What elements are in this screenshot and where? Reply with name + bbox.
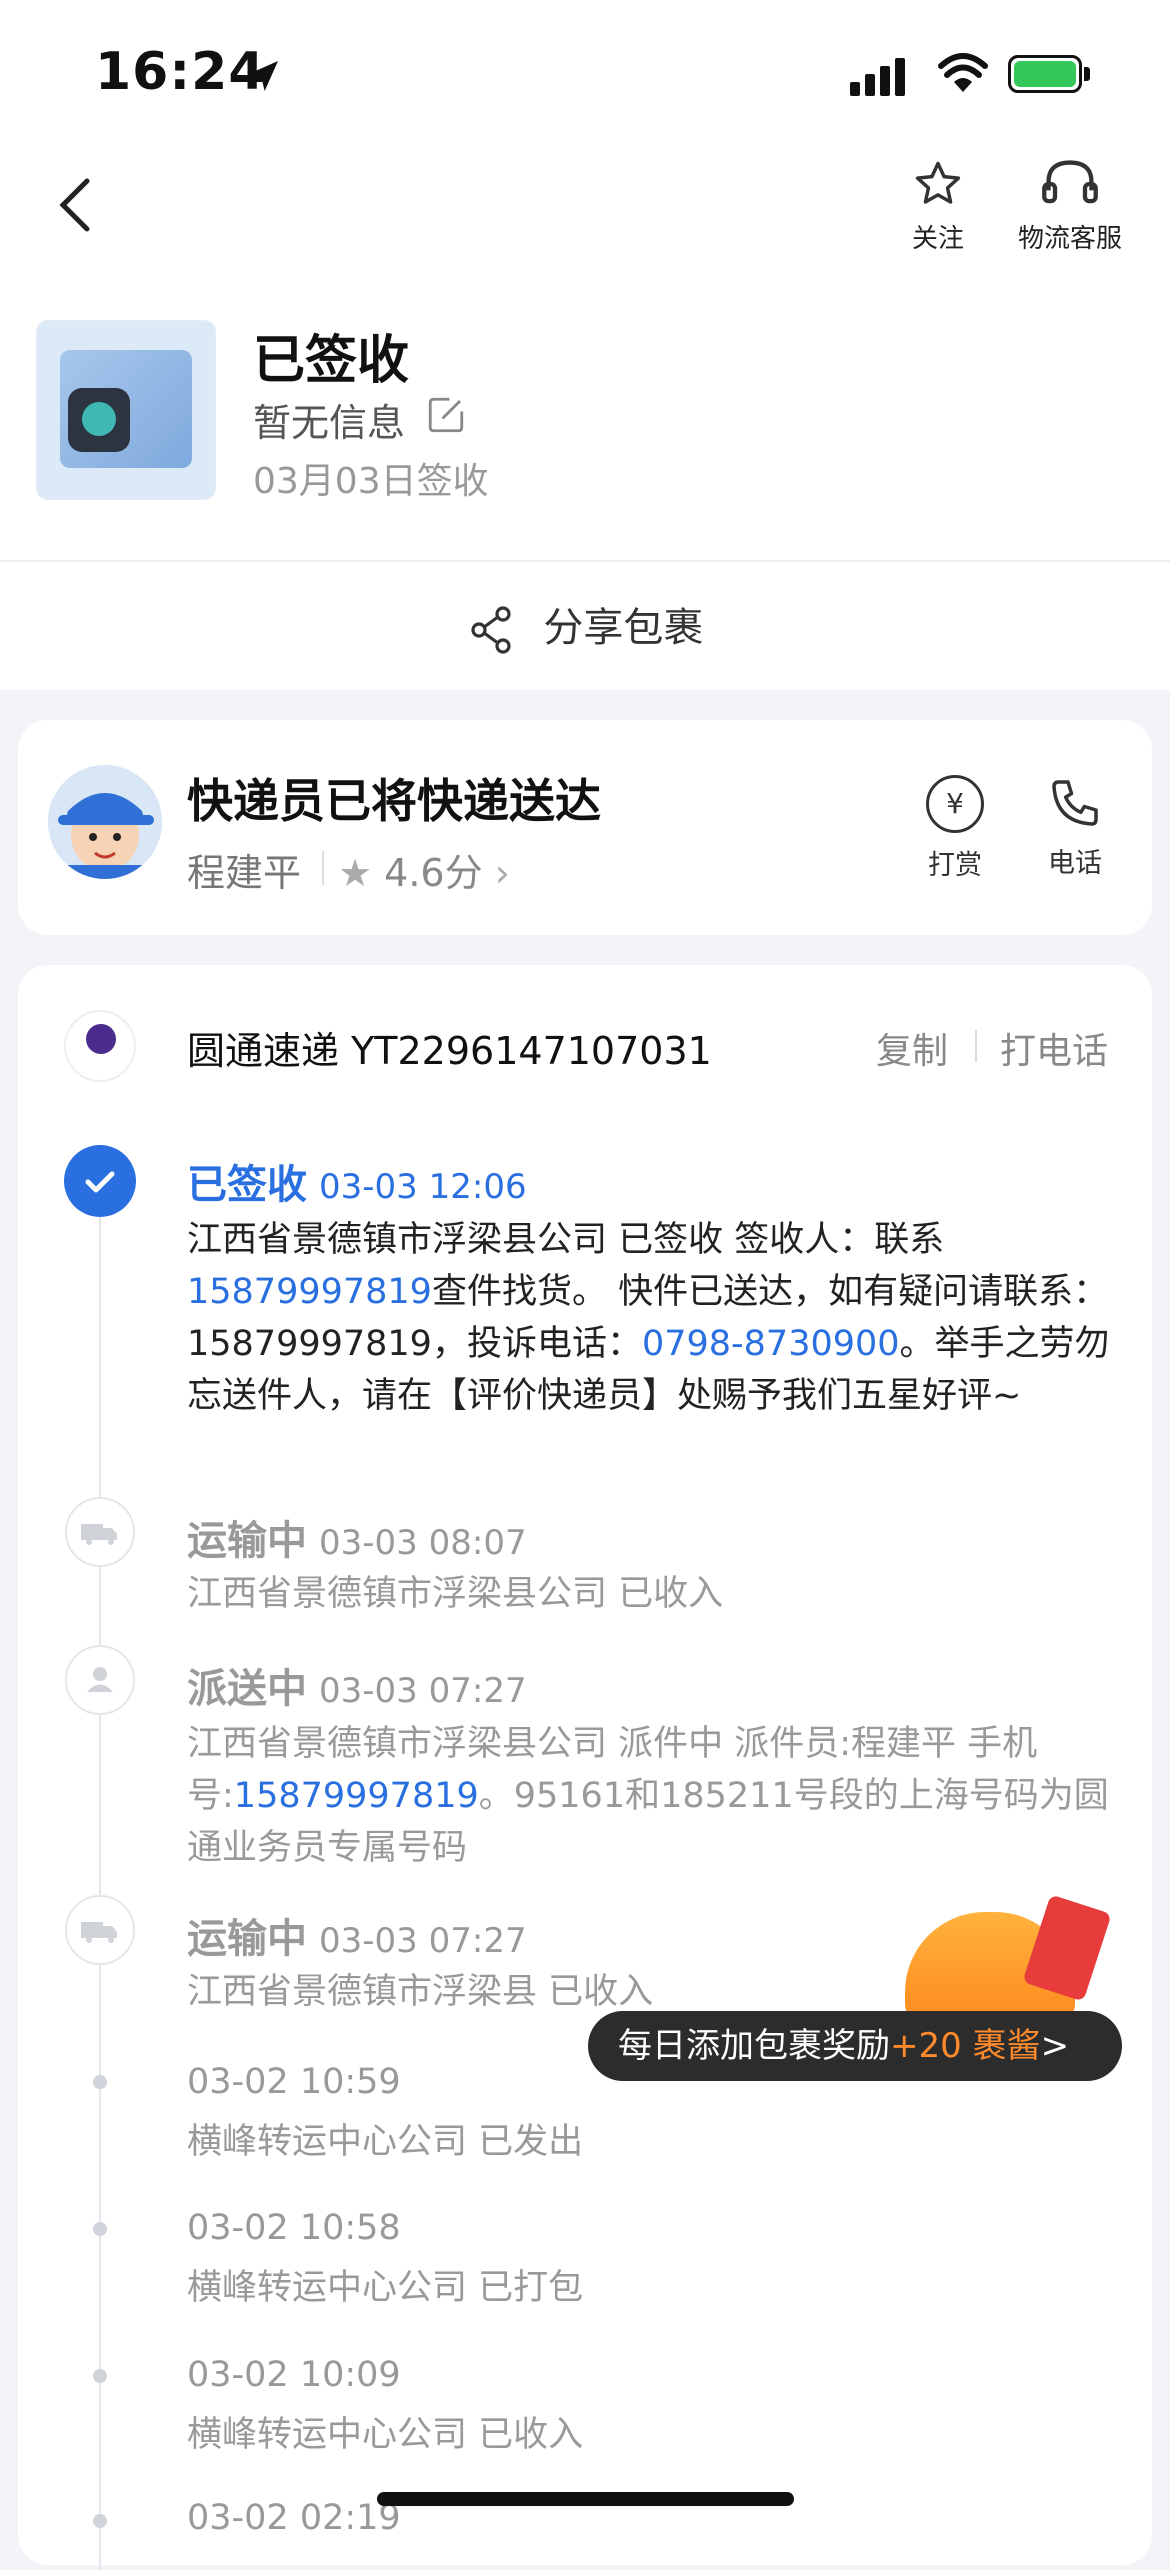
event-time: 03-02 10:09: [187, 2355, 401, 2395]
timeline-dot: [93, 2514, 107, 2528]
event-time: 03-02 02:19: [187, 2498, 401, 2538]
event-title: 运输中 03-03 08:07: [187, 1518, 527, 1564]
event-detail: 横峰转运中心公司 已收入: [187, 2415, 584, 2455]
star-outline-icon: [915, 161, 961, 204]
star-icon: ★: [338, 851, 373, 895]
truck-icon: [65, 1497, 135, 1567]
truck-icon: [65, 1895, 135, 1965]
timeline-dot: [93, 2222, 107, 2236]
courier-name: 程建平: [187, 851, 302, 895]
timeline-dot: [93, 2075, 107, 2089]
rating-value: 4.6分: [384, 851, 483, 895]
reward-highlight: +20 裹酱: [890, 2026, 1041, 2066]
phone-link[interactable]: 15879997819: [187, 1272, 432, 1312]
phone-label: 电话: [1048, 848, 1102, 879]
person-icon: [65, 1645, 135, 1715]
edit-icon[interactable]: [425, 394, 467, 436]
phone-icon: [1052, 780, 1098, 826]
location-arrow-icon: [248, 61, 278, 91]
event-detail: 江西省景德镇市浮梁县公司 已收入: [187, 1574, 724, 1614]
chevron-right-icon: ›: [494, 851, 510, 895]
phone-link[interactable]: 15879997819: [234, 1776, 479, 1816]
battery-icon: [1008, 55, 1082, 93]
courier-status-title: 快递员已将快递送达: [187, 774, 601, 828]
event-title: 已签收 03-03 12:06: [187, 1162, 527, 1208]
event-title: 运输中 03-03 07:27: [187, 1916, 527, 1962]
cellular-signal-icon: [850, 58, 910, 96]
status-time: 16:24: [95, 42, 266, 102]
follow-button[interactable]: 关注: [893, 158, 983, 255]
call-carrier-button[interactable]: 打电话: [1000, 1022, 1108, 1074]
courier-avatar-illustration: [48, 765, 162, 879]
courier-rating[interactable]: ★ 4.6分 ›: [338, 842, 510, 897]
follow-label: 关注: [911, 224, 964, 254]
tip-button[interactable]: ¥ 打赏: [895, 775, 1015, 882]
event-detail: 横峰转运中心公司 已发出: [187, 2122, 584, 2162]
divider: [0, 560, 1170, 562]
event-title: 派送中 03-03 07:27: [187, 1666, 527, 1712]
headset-icon: [1042, 160, 1098, 204]
share-icon: [471, 606, 511, 654]
event-time: 03-03 08:07: [319, 1523, 527, 1563]
timeline-dot: [93, 2369, 107, 2383]
event-time: 03-03 07:27: [319, 1921, 527, 1961]
divider: [322, 851, 324, 885]
copy-button[interactable]: 复制: [876, 1022, 948, 1074]
package-mascot-eye: [82, 402, 116, 436]
event-time: 03-02 10:59: [187, 2062, 401, 2102]
sign-date: 03月03日签收: [253, 461, 489, 502]
event-time: 03-03 07:27: [319, 1671, 527, 1711]
complaint-phone-link[interactable]: 0798-8730900: [642, 1324, 900, 1364]
home-indicator: [377, 2492, 794, 2506]
event-detail: 江西省景德镇市浮梁县公司 已签收 签收人：联系15879997819查件找货。 …: [187, 1220, 1110, 1416]
share-package-button[interactable]: 分享包裹: [0, 595, 1170, 655]
check-circle-icon: [64, 1145, 136, 1217]
event-detail: 江西省景德镇市浮梁县公司 派件中 派件员:程建平 手机号:15879997819…: [187, 1724, 1109, 1868]
phone-button[interactable]: 电话: [1015, 775, 1135, 880]
event-time: 03-03 12:06: [319, 1167, 527, 1207]
carrier-logo-mark: [86, 1024, 116, 1054]
wifi-icon: [938, 53, 988, 92]
tip-label: 打赏: [928, 850, 982, 881]
timeline-line: [99, 1190, 101, 2570]
divider: [975, 1030, 977, 1062]
service-label: 物流客服: [1017, 224, 1122, 254]
battery-tip: [1084, 67, 1090, 81]
back-arrow-icon[interactable]: [55, 175, 95, 235]
yuan-icon: ¥: [926, 775, 984, 833]
event-time: 03-02 10:58: [187, 2208, 401, 2248]
chevron-right-icon: >: [1040, 2026, 1070, 2066]
carrier-logo: [64, 1010, 136, 1082]
event-detail: 横峰转运中心公司 已打包: [187, 2268, 584, 2308]
logistics-service-button[interactable]: 物流客服: [1005, 158, 1135, 255]
courier-avatar[interactable]: [48, 765, 162, 879]
package-status-title: 已签收: [253, 331, 410, 391]
reward-text: 每日添加包裹奖励: [618, 2026, 890, 2066]
package-info-text[interactable]: 暂无信息: [253, 392, 405, 447]
carrier-tracking-number: 圆通速递 YT2296147107031: [187, 1029, 712, 1073]
share-label: 分享包裹: [543, 605, 704, 651]
daily-reward-banner[interactable]: 每日添加包裹奖励+20 裹酱>: [588, 2011, 1122, 2081]
